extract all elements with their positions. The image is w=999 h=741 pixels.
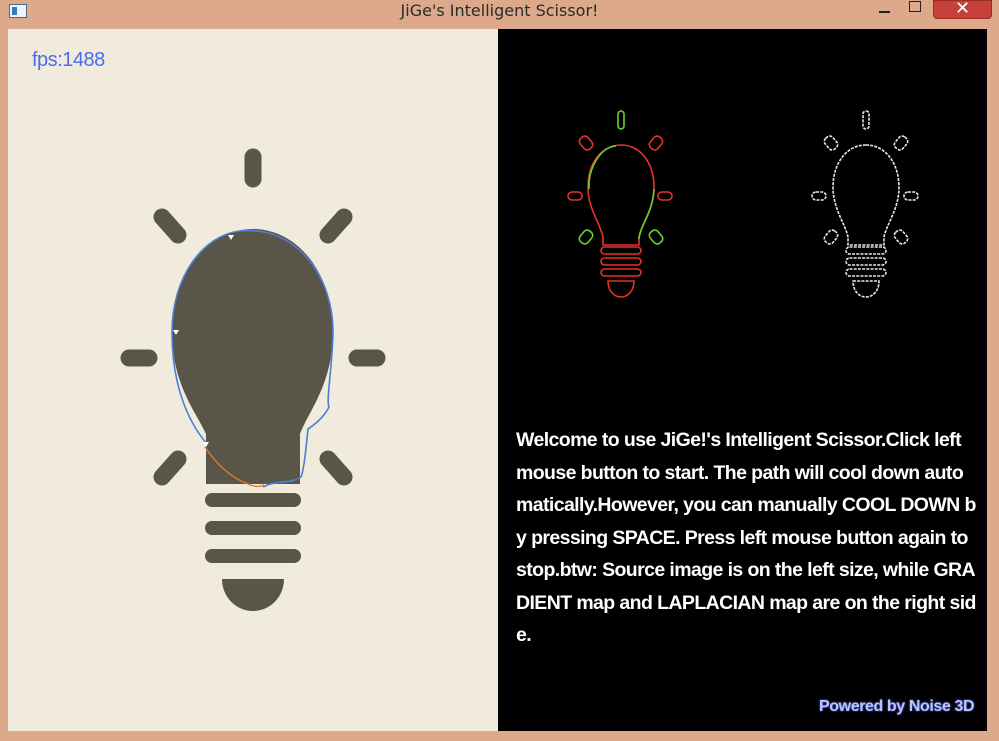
- title-bar[interactable]: JiGe's Intelligent Scissor! ✕: [0, 0, 999, 28]
- maximize-button[interactable]: [901, 0, 929, 20]
- lightbulb-icon: [120, 148, 386, 611]
- gradient-map: [567, 110, 673, 298]
- laplacian-map: [811, 110, 919, 298]
- welcome-instructions: Welcome to use JiGe!'s Intelligent Sciss…: [516, 429, 976, 646]
- window-title: JiGe's Intelligent Scissor!: [400, 1, 599, 20]
- source-image-canvas[interactable]: fps:1488: [8, 29, 498, 731]
- feature-maps-panel: Welcome to use JiGe!'s Intelligent Sciss…: [498, 29, 987, 731]
- minimize-button[interactable]: [871, 0, 899, 20]
- powered-by-label: Powered by Noise 3D: [819, 698, 975, 715]
- app-window: JiGe's Intelligent Scissor! ✕ fps:1488 W…: [0, 0, 999, 741]
- close-icon: ✕: [954, 0, 971, 19]
- close-button[interactable]: ✕: [933, 0, 992, 19]
